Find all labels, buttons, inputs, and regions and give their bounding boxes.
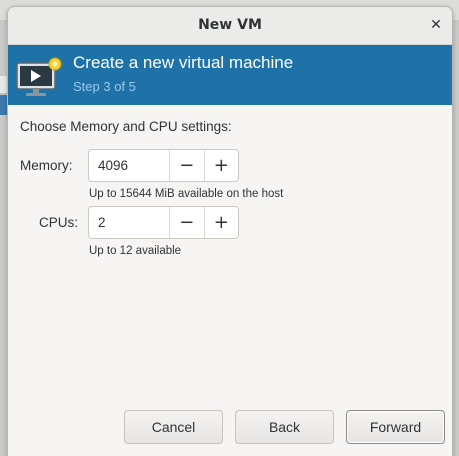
wizard-heading: Create a new virtual machine — [73, 53, 294, 72]
cancel-button[interactable]: Cancel — [124, 410, 223, 444]
wizard-step-indicator: Step 3 of 5 — [73, 79, 136, 94]
back-button[interactable]: Back — [235, 410, 334, 444]
close-icon[interactable]: ✕ — [426, 15, 446, 35]
cpus-hint: Up to 12 available — [89, 245, 182, 257]
section-label: Choose Memory and CPU settings: — [20, 119, 232, 134]
memory-decrement-button[interactable]: − — [169, 150, 204, 181]
cpus-decrement-button[interactable]: − — [169, 207, 204, 238]
cpus-spinbox: − + — [88, 206, 239, 239]
cpus-increment-button[interactable]: + — [203, 207, 238, 238]
dialog-title: New VM — [198, 17, 262, 33]
memory-input[interactable] — [89, 150, 169, 181]
new-vm-dialog: New VM ✕ Create a new virtual machine St… — [7, 6, 453, 456]
memory-increment-button[interactable]: + — [203, 150, 238, 181]
forward-button[interactable]: Forward — [346, 410, 445, 444]
memory-spinbox: − + — [88, 149, 239, 182]
wizard-banner: Create a new virtual machine Step 3 of 5 — [8, 45, 452, 105]
virtual-machine-new-icon — [16, 57, 62, 96]
dialog-titlebar: New VM ✕ — [8, 7, 452, 45]
cpus-label: CPUs: — [39, 215, 79, 230]
memory-hint: Up to 15644 MiB available on the host — [89, 188, 284, 200]
memory-label: Memory: — [20, 158, 73, 173]
cpus-input[interactable] — [89, 207, 169, 238]
wizard-content: Choose Memory and CPU settings: Memory: … — [8, 105, 452, 456]
